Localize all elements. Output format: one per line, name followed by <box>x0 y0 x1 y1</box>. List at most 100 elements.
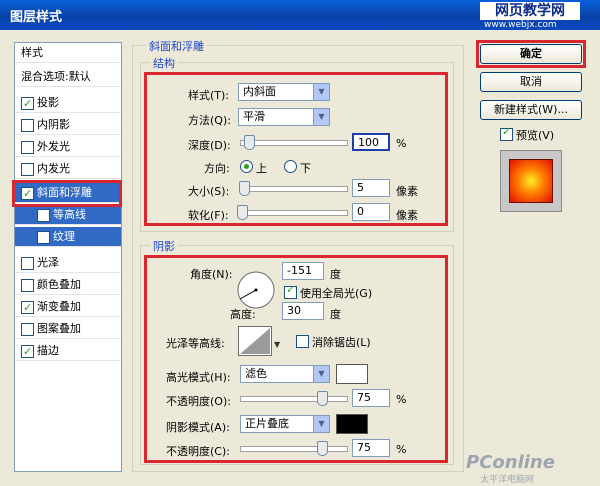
depth-label: 深度(D): <box>188 139 231 152</box>
angle-dial[interactable] <box>236 270 276 310</box>
preview-label: 预览(V) <box>516 129 555 142</box>
style-item-inner-glow[interactable]: 内发光 <box>15 159 121 179</box>
altitude-unit: 度 <box>330 308 341 321</box>
highlight-opacity-slider-thumb[interactable] <box>316 391 328 406</box>
highlight-opacity-input[interactable]: 75 <box>352 389 390 407</box>
direction-label: 方向: <box>204 162 230 175</box>
shadow-mode-dropdown[interactable]: 正片叠底 ▼ <box>240 415 330 433</box>
gloss-contour-label: 光泽等高线: <box>166 337 225 350</box>
size-slider-thumb[interactable] <box>239 181 251 196</box>
depth-input[interactable]: 100 <box>352 133 390 151</box>
direction-up-label: 上 <box>256 162 267 175</box>
chevron-down-icon: ▼ <box>313 416 329 432</box>
chevron-down-icon: ▼ <box>313 84 329 100</box>
style-item-pattern-overlay[interactable]: 图案叠加 <box>15 319 121 339</box>
angle-unit: 度 <box>330 268 341 281</box>
shadow-opacity-unit: % <box>396 443 407 456</box>
style-item-satin[interactable]: 光泽 <box>15 253 121 273</box>
shadow-opacity-label: 不透明度(C): <box>166 445 230 458</box>
stroke-checkbox[interactable] <box>21 342 34 362</box>
soften-slider[interactable] <box>237 205 348 220</box>
bevel-emboss-group-title: 斜面和浮雕 <box>146 38 207 54</box>
gradient-overlay-checkbox[interactable] <box>21 298 34 318</box>
depth-unit: % <box>396 137 407 150</box>
gloss-contour-preview[interactable] <box>238 326 272 356</box>
highlight-opacity-slider[interactable] <box>240 391 348 406</box>
anti-alias-label: 消除锯齿(L) <box>312 336 371 349</box>
outer-glow-checkbox[interactable] <box>21 141 34 154</box>
structure-group-title: 结构 <box>150 55 178 71</box>
angle-input[interactable]: -151 <box>282 262 324 280</box>
global-light-checkbox[interactable] <box>284 283 297 299</box>
altitude-input[interactable]: 30 <box>282 302 324 320</box>
watermark-pconline-sub: 太平洋电脑网 <box>480 475 535 485</box>
style-item-color-overlay[interactable]: 颜色叠加 <box>15 275 121 295</box>
size-slider[interactable] <box>239 181 348 196</box>
style-item-outer-glow[interactable]: 外发光 <box>15 137 121 157</box>
shadow-opacity-slider[interactable] <box>240 441 348 456</box>
color-overlay-checkbox[interactable] <box>21 279 34 292</box>
anti-alias-checkbox[interactable] <box>296 335 309 348</box>
style-item-drop-shadow[interactable]: 投影 <box>15 93 121 114</box>
preview-image <box>509 159 553 203</box>
style-list: 样式 混合选项:默认 投影 内阴影 外发光 内发光 斜面和浮雕 等高线 纹理 光… <box>14 42 122 472</box>
chevron-down-icon: ▼ <box>313 109 329 125</box>
contour-checkbox[interactable] <box>37 209 50 222</box>
drop-shadow-checkbox[interactable] <box>21 94 34 114</box>
highlight-opacity-unit: % <box>396 393 407 406</box>
direction-down-label: 下 <box>300 162 311 175</box>
size-unit: 像素 <box>396 185 418 198</box>
highlight-mode-dropdown[interactable]: 滤色 ▼ <box>240 365 330 383</box>
chevron-down-icon: ▼ <box>313 366 329 382</box>
preview-checkbox[interactable] <box>500 125 513 141</box>
window-title: 图层样式 <box>10 10 63 25</box>
cancel-button[interactable]: 取消 <box>480 72 582 92</box>
soften-input[interactable]: 0 <box>352 203 390 221</box>
shadow-mode-label: 阴影模式(A): <box>166 421 230 434</box>
ok-button-highlight <box>476 40 586 68</box>
soften-slider-thumb[interactable] <box>237 205 248 220</box>
highlight-color-swatch[interactable] <box>336 364 368 384</box>
title-bar: 图层样式 网页教学网 www.webjx.com <box>0 0 600 30</box>
shadow-color-swatch[interactable] <box>336 414 368 434</box>
bevel-item-highlight <box>12 180 122 207</box>
size-label: 大小(S): <box>188 185 230 198</box>
texture-checkbox[interactable] <box>37 231 50 244</box>
style-item-gradient-overlay[interactable]: 渐变叠加 <box>15 297 121 318</box>
style-item-contour[interactable]: 等高线 <box>15 205 121 225</box>
style-list-header[interactable]: 样式 <box>15 43 121 63</box>
watermark-url: www.webjx.com <box>484 20 557 30</box>
shadow-opacity-input[interactable]: 75 <box>352 439 390 457</box>
style-label: 样式(T): <box>188 89 230 102</box>
soften-label: 软化(F): <box>188 209 229 222</box>
shading-group-title: 阴影 <box>150 238 178 254</box>
inner-shadow-checkbox[interactable] <box>21 119 34 132</box>
chevron-down-icon[interactable]: ▼ <box>274 340 280 349</box>
preview-thumbnail <box>500 150 562 212</box>
soften-unit: 像素 <box>396 209 418 222</box>
size-input[interactable]: 5 <box>352 179 390 197</box>
highlight-opacity-label: 不透明度(O): <box>166 395 231 408</box>
method-dropdown[interactable]: 平滑 ▼ <box>238 108 330 126</box>
direction-up-radio[interactable] <box>240 160 253 173</box>
style-item-inner-shadow[interactable]: 内阴影 <box>15 115 121 135</box>
new-style-button[interactable]: 新建样式(W)... <box>480 100 582 120</box>
depth-slider[interactable] <box>240 135 348 150</box>
style-item-stroke[interactable]: 描边 <box>15 341 121 362</box>
highlight-mode-label: 高光模式(H): <box>166 371 231 384</box>
depth-slider-thumb[interactable] <box>244 135 256 150</box>
direction-down-radio[interactable] <box>284 160 297 173</box>
shadow-opacity-slider-thumb[interactable] <box>316 441 328 456</box>
inner-glow-checkbox[interactable] <box>21 163 34 176</box>
satin-checkbox[interactable] <box>21 257 34 270</box>
angle-label: 角度(N): <box>190 268 233 281</box>
altitude-label: 高度: <box>230 308 256 321</box>
watermark-pconline: PConline <box>466 452 555 473</box>
style-item-texture[interactable]: 纹理 <box>15 227 121 247</box>
style-dropdown[interactable]: 内斜面 ▼ <box>238 83 330 101</box>
watermark-logo: 网页教学网 <box>480 2 580 20</box>
blend-options-item[interactable]: 混合选项:默认 <box>15 67 121 87</box>
pattern-overlay-checkbox[interactable] <box>21 323 34 336</box>
global-light-label: 使用全局光(G) <box>300 287 373 300</box>
method-label: 方法(Q): <box>188 114 231 127</box>
